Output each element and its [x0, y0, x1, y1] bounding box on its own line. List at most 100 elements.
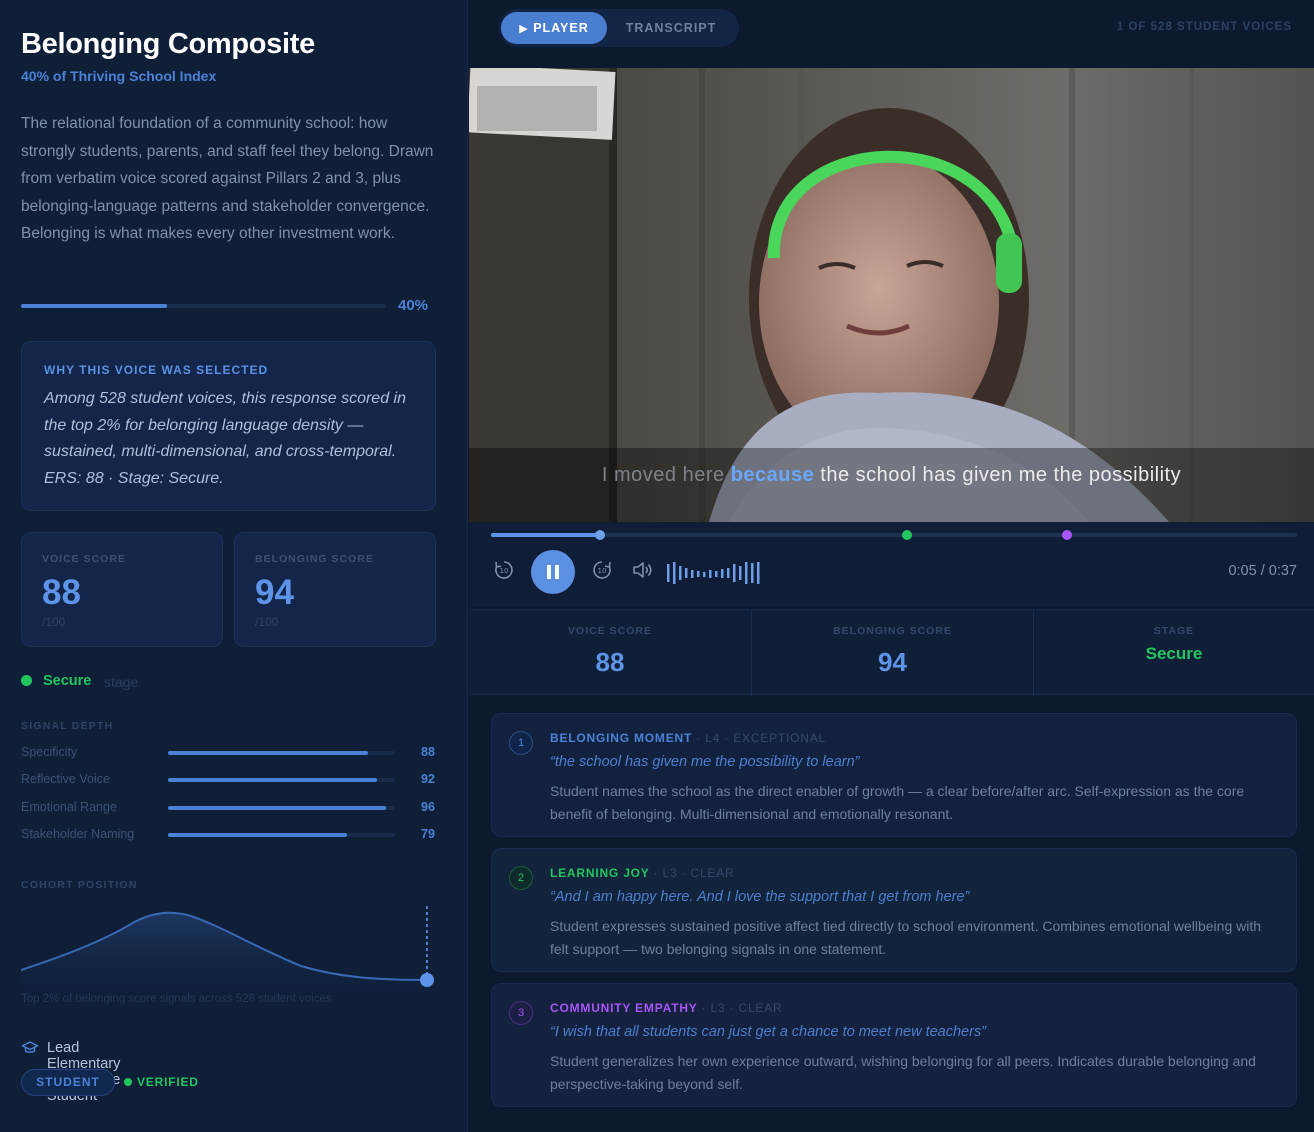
- stat-label: STAGE: [1153, 625, 1195, 637]
- signal-name: Stakeholder Naming: [21, 827, 135, 841]
- moment-card-2[interactable]: 2 LEARNING JOY · L3 · CLEAR “And I am ha…: [491, 848, 1297, 972]
- video-caption: I moved here because the school has give…: [469, 464, 1314, 487]
- cohort-distribution-curve: [21, 906, 434, 992]
- video-frame[interactable]: I moved here because the school has give…: [469, 68, 1314, 522]
- signal-bar-fill: [168, 806, 386, 810]
- signal-row-specificity: Specificity 88: [21, 745, 441, 763]
- moment-quote: “I wish that all students can just get a…: [550, 1024, 987, 1040]
- tab-player[interactable]: ▶ PLAYER: [501, 12, 607, 44]
- cohort-note: Top 2% of belonging score signals across…: [21, 993, 332, 1005]
- audio-waveform: [667, 562, 760, 584]
- moment-description: Student names the school as the direct e…: [550, 783, 1245, 822]
- voices-count: 1 OF 528 STUDENT VOICES: [1116, 21, 1292, 33]
- signal-depth-heading: SIGNAL DEPTH: [21, 720, 114, 732]
- moment-marker-3[interactable]: [1062, 530, 1072, 540]
- moment-description: Student expresses sustained positive aff…: [550, 918, 1262, 957]
- signal-value: 79: [421, 827, 435, 841]
- why-selected-title: WHY THIS VOICE WAS SELECTED: [44, 363, 269, 377]
- caption-after: the school has given me the possibility: [814, 464, 1182, 486]
- rewind-10-icon[interactable]: 10: [492, 558, 516, 582]
- seek-progress: [491, 533, 600, 537]
- voice-score-card: VOICE SCORE 88 /100: [21, 532, 223, 647]
- moment-number: 1: [509, 731, 533, 755]
- page-title: Belonging Composite: [21, 28, 315, 60]
- why-selected-text: Among 528 student voices, this response …: [44, 390, 406, 487]
- cohort-position-heading: COHORT POSITION: [21, 879, 138, 891]
- moment-description: Student generalizes her own experience o…: [550, 1053, 1256, 1092]
- playback-time: 0:05 / 0:37: [1228, 563, 1297, 579]
- signal-name: Reflective Voice: [21, 772, 110, 786]
- tab-transcript-label: TRANSCRIPT: [625, 21, 717, 35]
- player-panel: ▶ PLAYER TRANSCRIPT 1 OF 528 STUDENT VOI…: [469, 0, 1314, 1132]
- signal-bar-fill: [168, 778, 377, 782]
- moment-level: · L3 · CLEAR: [653, 866, 735, 880]
- moment-quote: “And I am happy here. And I love the sup…: [550, 889, 970, 905]
- stat-belonging-score: BELONGING SCORE 94: [751, 610, 1033, 696]
- moment-title: BELONGING MOMENT · L4 · EXCEPTIONAL: [550, 731, 826, 745]
- moment-marker-2[interactable]: [902, 530, 912, 540]
- volume-icon[interactable]: [630, 558, 654, 582]
- moment-title: COMMUNITY EMPATHY · L3 · CLEAR: [550, 1001, 783, 1015]
- moment-level: · L4 · EXCEPTIONAL: [696, 731, 827, 745]
- graduation-cap-icon: [21, 1041, 39, 1053]
- stage-label: stage: [104, 674, 139, 690]
- video-still: [469, 68, 1314, 522]
- belonging-score-value: 94: [255, 573, 294, 612]
- voice-score-label: VOICE SCORE: [42, 553, 126, 565]
- belonging-score-card: BELONGING SCORE 94 /100: [234, 532, 436, 647]
- pause-button[interactable]: [531, 550, 575, 594]
- moment-title-text: LEARNING JOY: [550, 866, 650, 880]
- view-tabs: ▶ PLAYER TRANSCRIPT: [499, 9, 739, 47]
- svg-text:10: 10: [500, 567, 509, 575]
- svg-text:10: 10: [598, 567, 607, 575]
- signal-row-emotional-range: Emotional Range 96: [21, 800, 441, 818]
- student-badge: STUDENT: [21, 1069, 115, 1096]
- composite-progress-label: 40%: [398, 297, 429, 314]
- stat-stage: STAGE Secure: [1033, 610, 1314, 696]
- player-controls: 10 10 0:05 / 0:37: [469, 522, 1314, 607]
- signal-name: Emotional Range: [21, 800, 117, 814]
- signal-bar: [168, 806, 395, 810]
- seek-bar[interactable]: [491, 530, 1297, 540]
- stage-status-dot: [21, 675, 32, 686]
- caption-highlight: because: [730, 464, 815, 486]
- moment-card-3[interactable]: 3 COMMUNITY EMPATHY · L3 · CLEAR “I wish…: [491, 983, 1297, 1107]
- moment-number: 3: [509, 1001, 533, 1025]
- moment-quote: “the school has given me the possibility…: [550, 754, 860, 770]
- voice-score-suffix: /100: [42, 615, 66, 629]
- moment-title-text: BELONGING MOMENT: [550, 731, 693, 745]
- signal-bar: [168, 833, 395, 837]
- verified-label: VERIFIED: [137, 1075, 199, 1089]
- verified-dot: [124, 1078, 132, 1086]
- moment-card-1[interactable]: 1 BELONGING MOMENT · L4 · EXCEPTIONAL “t…: [491, 713, 1297, 837]
- moment-number: 2: [509, 866, 533, 890]
- stat-label: BELONGING SCORE: [833, 625, 952, 637]
- page-subtitle: 40% of Thriving School Index: [21, 68, 217, 84]
- moment-title-text: COMMUNITY EMPATHY: [550, 1001, 698, 1015]
- composite-description: The relational foundation of a community…: [21, 115, 434, 242]
- forward-10-icon[interactable]: 10: [590, 558, 614, 582]
- composite-progress-bar: [21, 304, 386, 308]
- caption-before: I moved here: [601, 464, 731, 486]
- stat-voice-score: VOICE SCORE 88: [469, 610, 751, 696]
- tab-player-label: PLAYER: [533, 21, 589, 35]
- moment-title: LEARNING JOY · L3 · CLEAR: [550, 866, 735, 880]
- signal-value: 96: [421, 800, 435, 814]
- signal-name: Specificity: [21, 745, 78, 759]
- signal-row-stakeholder-naming: Stakeholder Naming 79: [21, 827, 441, 845]
- stats-strip: VOICE SCORE 88 BELONGING SCORE 94 STAGE …: [469, 609, 1314, 696]
- moment-level: · L3 · CLEAR: [701, 1001, 783, 1015]
- tab-transcript[interactable]: TRANSCRIPT: [609, 12, 733, 44]
- stage-value: Secure: [43, 673, 92, 689]
- signal-bar-fill: [168, 833, 348, 837]
- cohort-position-dot: [420, 973, 434, 987]
- signal-bar: [168, 778, 395, 782]
- stat-value: Secure: [1145, 644, 1203, 663]
- seek-handle[interactable]: [594, 530, 605, 540]
- why-selected-card: WHY THIS VOICE WAS SELECTED Among 528 st…: [21, 341, 436, 511]
- signal-bar: [168, 751, 395, 755]
- play-icon: ▶: [519, 23, 529, 35]
- stat-value: 88: [595, 647, 625, 677]
- belonging-score-suffix: /100: [255, 615, 279, 629]
- stat-value: 94: [878, 647, 907, 677]
